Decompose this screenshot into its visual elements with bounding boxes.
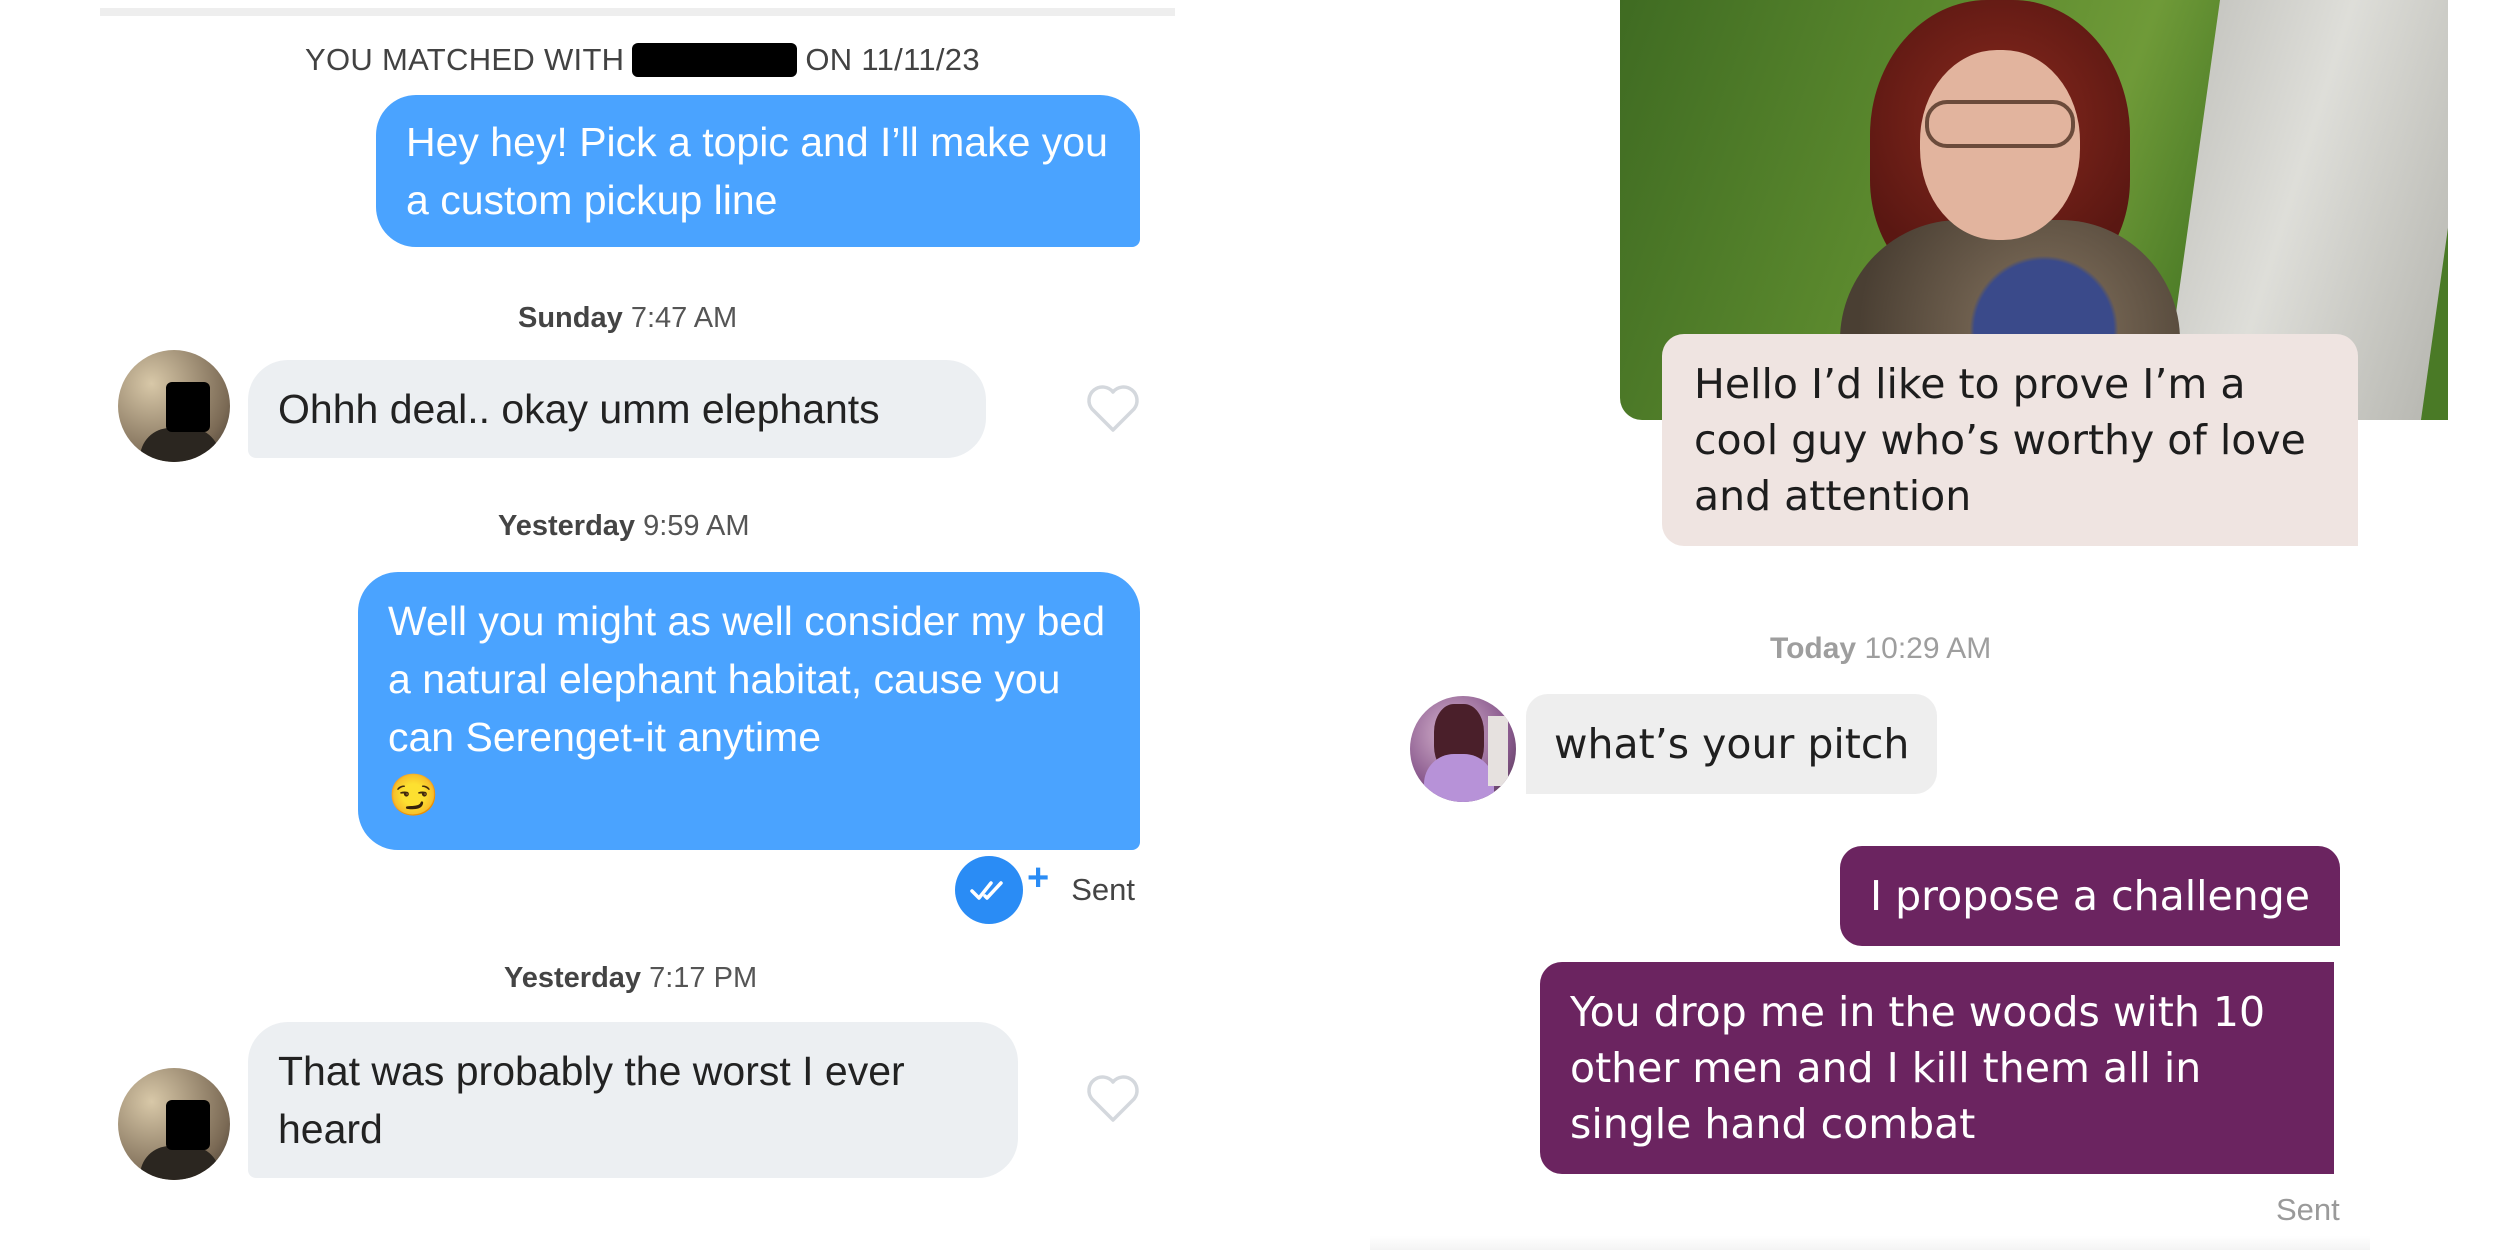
timestamp: Yesterday 7:17 PM bbox=[504, 962, 758, 994]
match-banner: YOU MATCHED WITH ON 11/11/23 bbox=[305, 38, 980, 82]
outgoing-message[interactable]: I propose a challenge bbox=[1840, 846, 2340, 946]
left-chat-screenshot: YOU MATCHED WITH ON 11/11/23 Hey hey! Pi… bbox=[0, 0, 1250, 1250]
sent-label: Sent bbox=[1071, 872, 1135, 907]
read-receipt-icon bbox=[955, 856, 1023, 924]
incoming-message[interactable]: That was probably the worst I ever heard bbox=[248, 1022, 1018, 1178]
boost-plus-icon: + bbox=[1027, 856, 1050, 899]
timestamp: Yesterday 9:59 AM bbox=[498, 510, 750, 542]
redacted-name bbox=[632, 43, 798, 77]
outgoing-message[interactable]: You drop me in the woods with 10 other m… bbox=[1540, 962, 2334, 1174]
right-chat-screenshot: Hello I’d like to prove I’m a cool guy w… bbox=[1250, 0, 2500, 1250]
match-avatar[interactable] bbox=[118, 1068, 230, 1180]
timestamp: Today 10:29 AM bbox=[1770, 632, 1992, 665]
bottom-edge bbox=[1370, 1236, 2370, 1250]
sent-status: + Sent bbox=[955, 856, 1135, 924]
incoming-message[interactable]: Ohhh deal.. okay umm elephants bbox=[248, 360, 986, 458]
match-prefix: YOU MATCHED WITH bbox=[305, 42, 625, 77]
photo-reply-message[interactable]: Hello I’d like to prove I’m a cool guy w… bbox=[1662, 334, 2358, 546]
match-avatar[interactable] bbox=[1410, 696, 1516, 802]
timestamp: Sunday 7:47 AM bbox=[518, 302, 738, 334]
outgoing-message[interactable]: Well you might as well consider my bed a… bbox=[358, 572, 1140, 850]
heart-icon[interactable] bbox=[1086, 384, 1140, 434]
incoming-message[interactable]: what’s your pitch bbox=[1526, 694, 1938, 794]
smirk-emoji: 😏 bbox=[388, 772, 440, 818]
heart-icon[interactable] bbox=[1086, 1074, 1140, 1124]
header-divider bbox=[100, 8, 1175, 16]
match-avatar[interactable] bbox=[118, 350, 230, 462]
outgoing-message[interactable]: Hey hey! Pick a topic and I’ll make you … bbox=[376, 95, 1140, 247]
match-date: ON 11/11/23 bbox=[805, 42, 980, 77]
sent-label: Sent bbox=[2276, 1192, 2340, 1227]
